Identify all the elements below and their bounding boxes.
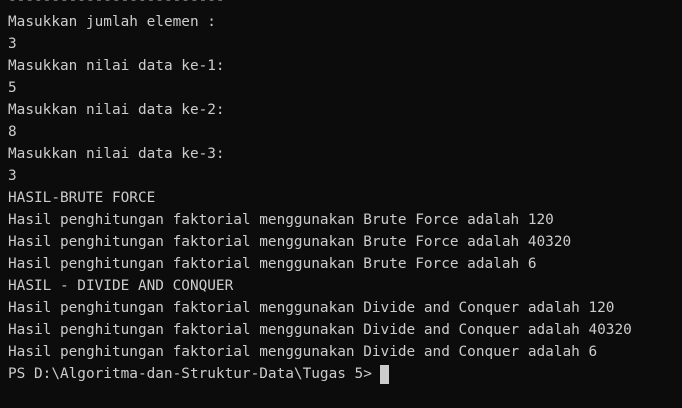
terminal-line-divide-conquer-result: Hasil penghitungan faktorial menggunakan… bbox=[8, 322, 632, 338]
shell-prompt: PS D:\Algoritma-dan-Struktur-Data\Tugas … bbox=[8, 366, 372, 382]
terminal-prompt-line[interactable]: PS D:\Algoritma-dan-Struktur-Data\Tugas … bbox=[8, 363, 682, 385]
terminal-line-brute-force-header: HASIL-BRUTE FORCE bbox=[8, 190, 156, 206]
terminal-line-divide-conquer-result: Hasil penghitungan faktorial menggunakan… bbox=[8, 344, 598, 360]
terminal-line-prompt-data-2: Masukkan nilai data ke-2: bbox=[8, 102, 225, 118]
terminal-line-input-data-2: 8 bbox=[8, 124, 17, 140]
terminal-window[interactable]: ------------------------- Masukkan jumla… bbox=[0, 0, 682, 397]
terminal-line-brute-force-result: Hasil penghitungan faktorial menggunakan… bbox=[8, 212, 554, 228]
terminal-line-separator: ------------------------- bbox=[8, 0, 225, 8]
terminal-line-input-data-1: 5 bbox=[8, 80, 17, 96]
terminal-line-input-count: 3 bbox=[8, 36, 17, 52]
terminal-line-input-data-3: 3 bbox=[8, 168, 17, 184]
terminal-line-brute-force-result: Hasil penghitungan faktorial menggunakan… bbox=[8, 234, 572, 250]
terminal-line-divide-conquer-result: Hasil penghitungan faktorial menggunakan… bbox=[8, 300, 615, 316]
terminal-line-brute-force-result: Hasil penghitungan faktorial menggunakan… bbox=[8, 256, 537, 272]
terminal-line-divide-conquer-header: HASIL - DIVIDE AND CONQUER bbox=[8, 278, 234, 294]
text-cursor bbox=[379, 364, 389, 384]
terminal-line-prompt-data-3: Masukkan nilai data ke-3: bbox=[8, 146, 225, 162]
terminal-line-prompt-count: Masukkan jumlah elemen : bbox=[8, 14, 216, 30]
terminal-line-prompt-data-1: Masukkan nilai data ke-1: bbox=[8, 58, 225, 74]
